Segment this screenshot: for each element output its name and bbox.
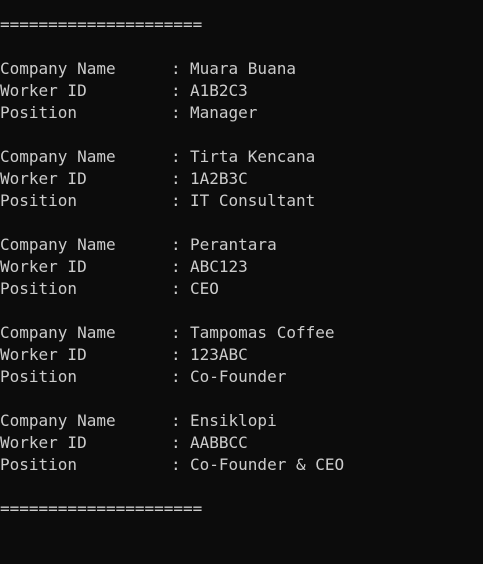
terminal-window[interactable]: ===================== Company Name : Mua…	[0, 0, 483, 530]
worker-label: Worker ID	[0, 81, 87, 100]
record-block: Company Name : Muara Buana Worker ID : A…	[0, 58, 483, 124]
company-value: Tampomas Coffee	[190, 323, 335, 342]
record-block: Company Name : Tirta Kencana Worker ID :…	[0, 146, 483, 212]
company-value: Tirta Kencana	[190, 147, 316, 166]
position-label: Position	[0, 367, 78, 386]
position-label: Position	[0, 103, 78, 122]
colon: :	[171, 345, 181, 364]
worker-value: 123ABC	[190, 345, 248, 364]
position-value: CEO	[190, 279, 219, 298]
company-label: Company Name	[0, 323, 116, 342]
separator-top: =====================	[0, 15, 203, 34]
position-value: Co-Founder & CEO	[190, 455, 345, 474]
company-row: Company Name : Tirta Kencana	[0, 146, 483, 168]
company-label: Company Name	[0, 235, 116, 254]
worker-row: Worker ID : A1B2C3	[0, 80, 483, 102]
company-row: Company Name : Tampomas Coffee	[0, 322, 483, 344]
record-block: Company Name : Perantara Worker ID : ABC…	[0, 234, 483, 300]
worker-label: Worker ID	[0, 257, 87, 276]
colon: :	[171, 169, 181, 188]
colon: :	[171, 59, 181, 78]
position-value: Co-Founder	[190, 367, 287, 386]
position-label: Position	[0, 455, 78, 474]
worker-label: Worker ID	[0, 169, 87, 188]
company-label: Company Name	[0, 147, 116, 166]
record-block: Company Name : Tampomas Coffee Worker ID…	[0, 322, 483, 388]
worker-label: Worker ID	[0, 433, 87, 452]
colon: :	[171, 279, 181, 298]
colon: :	[171, 411, 181, 430]
colon: :	[171, 367, 181, 386]
colon: :	[171, 103, 181, 122]
worker-value: ABC123	[190, 257, 248, 276]
colon: :	[171, 235, 181, 254]
worker-value: AABBCC	[190, 433, 248, 452]
position-label: Position	[0, 191, 78, 210]
company-label: Company Name	[0, 411, 116, 430]
worker-row: Worker ID : 123ABC	[0, 344, 483, 366]
position-label: Position	[0, 279, 78, 298]
colon: :	[171, 191, 181, 210]
colon: :	[171, 433, 181, 452]
company-row: Company Name : Muara Buana	[0, 58, 483, 80]
position-row: Position : Co-Founder	[0, 366, 483, 388]
company-row: Company Name : Perantara	[0, 234, 483, 256]
worker-value: A1B2C3	[190, 81, 248, 100]
colon: :	[171, 257, 181, 276]
record-block: Company Name : Ensiklopi Worker ID : AAB…	[0, 410, 483, 476]
worker-value: 1A2B3C	[190, 169, 248, 188]
worker-row: Worker ID : AABBCC	[0, 432, 483, 454]
position-value: IT Consultant	[190, 191, 316, 210]
company-value: Perantara	[190, 235, 277, 254]
worker-row: Worker ID : ABC123	[0, 256, 483, 278]
position-row: Position : CEO	[0, 278, 483, 300]
position-value: Manager	[190, 103, 258, 122]
separator-bottom: =====================	[0, 499, 203, 518]
worker-row: Worker ID : 1A2B3C	[0, 168, 483, 190]
worker-label: Worker ID	[0, 345, 87, 364]
colon: :	[171, 147, 181, 166]
position-row: Position : Co-Founder & CEO	[0, 454, 483, 476]
company-value: Ensiklopi	[190, 411, 277, 430]
company-label: Company Name	[0, 59, 116, 78]
colon: :	[171, 455, 181, 474]
colon: :	[171, 81, 181, 100]
company-value: Muara Buana	[190, 59, 296, 78]
company-row: Company Name : Ensiklopi	[0, 410, 483, 432]
position-row: Position : IT Consultant	[0, 190, 483, 212]
colon: :	[171, 323, 181, 342]
position-row: Position : Manager	[0, 102, 483, 124]
